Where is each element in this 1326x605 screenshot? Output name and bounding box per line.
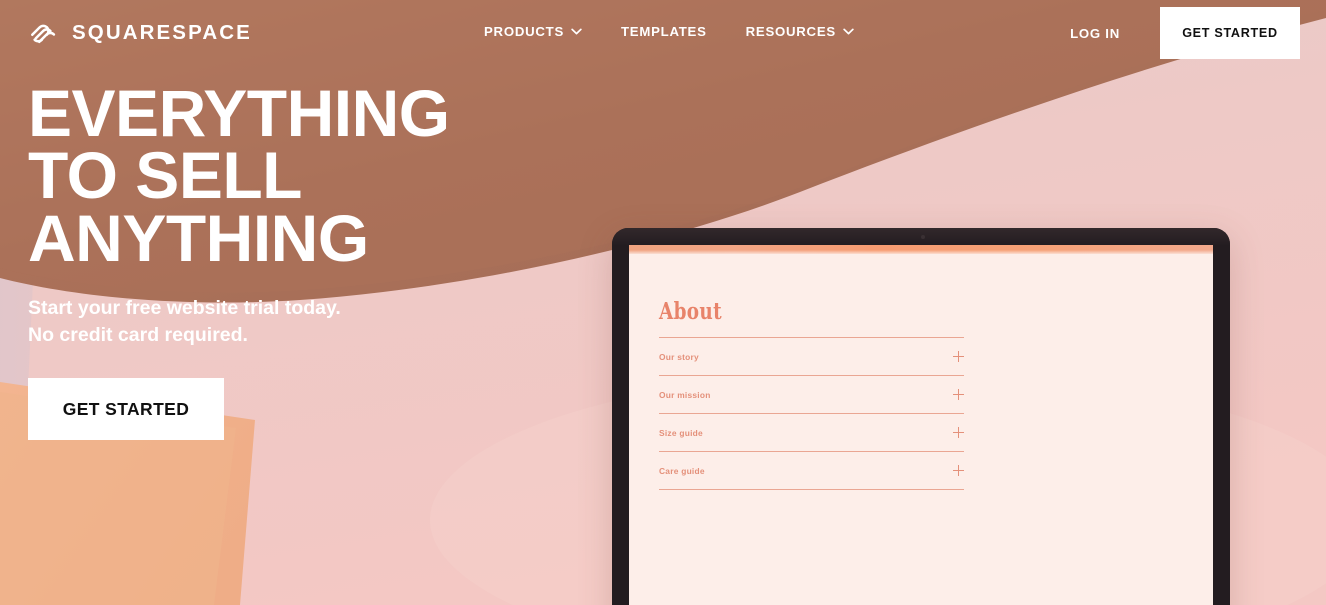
header-actions: LOG IN GET STARTED xyxy=(1070,0,1326,66)
accordion-item-our-mission[interactable]: Our mission xyxy=(659,376,964,413)
site-header: SQUARESPACE PRODUCTS TEMPLATES RESOURCES… xyxy=(0,0,1326,66)
hero-subtitle: Start your free website trial today. No … xyxy=(28,295,628,348)
accordion-item-size-guide[interactable]: Size guide xyxy=(659,414,964,451)
accordion-item-label: Our mission xyxy=(659,389,711,400)
brand-logo[interactable]: SQUARESPACE xyxy=(28,17,252,50)
accordion-item-care-guide[interactable]: Care guide xyxy=(659,452,964,489)
accordion-item-label: Size guide xyxy=(659,427,703,438)
hero-get-started-button[interactable]: GET STARTED xyxy=(28,378,224,441)
hero-section: EVERYTHING TO SELL ANYTHING Start your f… xyxy=(28,76,628,441)
page-title: EVERYTHING TO SELL ANYTHING xyxy=(28,76,628,275)
primary-navigation: PRODUCTS TEMPLATES RESOURCES xyxy=(484,24,854,39)
laptop-camera-icon xyxy=(921,235,925,239)
laptop-screen: About Our story Our mission Size guide C… xyxy=(629,245,1213,605)
page-root: SQUARESPACE PRODUCTS TEMPLATES RESOURCES… xyxy=(0,0,1326,605)
nav-item-products[interactable]: PRODUCTS xyxy=(484,24,582,39)
hero-title-line-3: ANYTHING xyxy=(28,200,369,275)
accordion-item-our-story[interactable]: Our story xyxy=(659,338,964,375)
site-hero-band xyxy=(629,245,1213,255)
preview-site-content: About Our story Our mission Size guide C… xyxy=(629,245,1213,490)
plus-icon xyxy=(953,389,964,400)
hero-title-line-1: EVERYTHING xyxy=(28,76,450,150)
preview-about-heading: About xyxy=(659,298,722,325)
login-link[interactable]: LOG IN xyxy=(1070,26,1120,41)
preview-product-tiles xyxy=(659,548,1183,605)
hero-subtitle-line-1: Start your free website trial today. xyxy=(28,297,341,320)
preview-accordion: Our story Our mission Size guide Care gu… xyxy=(659,337,964,490)
nav-item-label: TEMPLATES xyxy=(621,24,707,39)
chevron-down-icon xyxy=(843,28,854,35)
accordion-item-label: Care guide xyxy=(659,465,705,476)
plus-icon xyxy=(953,427,964,438)
chevron-down-icon xyxy=(571,28,582,35)
nav-item-label: RESOURCES xyxy=(745,24,836,39)
laptop-mockup: About Our story Our mission Size guide C… xyxy=(612,228,1230,605)
nav-item-resources[interactable]: RESOURCES xyxy=(746,24,854,39)
divider xyxy=(659,489,964,490)
nav-item-label: PRODUCTS xyxy=(484,24,564,39)
nav-item-templates[interactable]: TEMPLATES xyxy=(621,24,707,39)
header-get-started-button[interactable]: GET STARTED xyxy=(1160,7,1300,59)
squarespace-logo-icon xyxy=(31,24,56,43)
hero-subtitle-line-2: No credit card required. xyxy=(28,323,248,346)
plus-icon xyxy=(953,351,964,362)
accordion-item-label: Our story xyxy=(659,351,699,362)
brand-name: SQUARESPACE xyxy=(72,20,252,44)
plus-icon xyxy=(953,465,964,476)
hero-title-line-2: TO SELL xyxy=(28,138,302,213)
